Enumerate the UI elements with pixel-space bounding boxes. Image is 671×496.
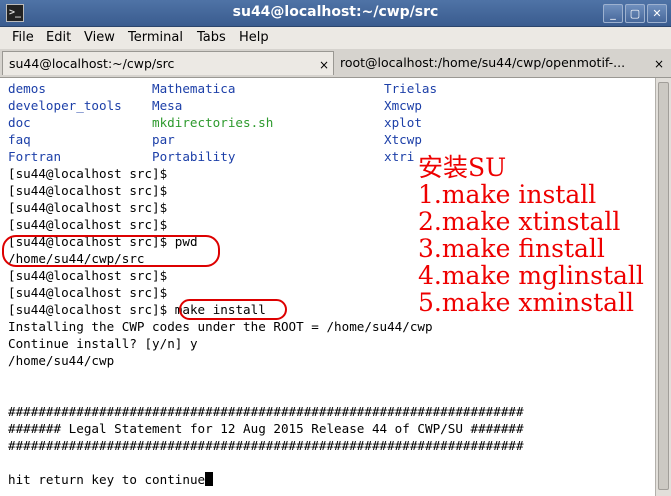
prompt-line: [su44@localhost src]$ bbox=[8, 200, 168, 215]
annotation-step-3: 3.make finstall bbox=[418, 234, 605, 263]
annotation-step-5: 5.make xminstall bbox=[418, 288, 635, 317]
menu-tabs[interactable]: Tabs bbox=[197, 30, 226, 45]
minimize-icon[interactable]: _ bbox=[603, 4, 623, 23]
tab-bar: su44@localhost:~/cwp/src × root@localhos… bbox=[0, 49, 671, 78]
menu-edit[interactable]: Edit bbox=[46, 30, 71, 45]
list-item: mkdirectories.sh bbox=[152, 115, 274, 130]
annotation-step-1: 1.make install bbox=[418, 180, 597, 209]
vertical-scrollbar[interactable] bbox=[655, 78, 671, 496]
menu-file[interactable]: File bbox=[12, 30, 34, 45]
list-item: Mesa bbox=[152, 98, 183, 113]
menubar: File Edit View Terminal Tabs Help bbox=[0, 27, 671, 49]
annotation-step-4: 4.make mglinstall bbox=[418, 261, 644, 290]
hash-line: ########################################… bbox=[8, 404, 524, 419]
output-line: /home/su44/cwp bbox=[8, 353, 115, 368]
close-icon[interactable]: × bbox=[654, 52, 664, 75]
list-item: demos bbox=[8, 81, 46, 96]
text-cursor bbox=[205, 472, 214, 486]
window-title: su44@localhost:~/cwp/src bbox=[232, 4, 439, 20]
list-item: doc bbox=[8, 115, 31, 130]
pwd-highlight-oval bbox=[2, 235, 220, 267]
list-item: Xtcwp bbox=[384, 132, 422, 147]
list-item: Portability bbox=[152, 149, 236, 164]
list-item: Xmcwp bbox=[384, 98, 422, 113]
list-item: faq bbox=[8, 132, 31, 147]
list-item: developer_tools bbox=[8, 98, 122, 113]
maximize-icon[interactable]: ▢ bbox=[625, 4, 645, 23]
terminal-output[interactable]: demos Mathematica Trielas developer_tool… bbox=[0, 78, 655, 496]
tab-label: root@localhost:/home/su44/cwp/openmotif-… bbox=[340, 55, 626, 70]
make-install-highlight-oval bbox=[179, 299, 287, 320]
list-item: Mathematica bbox=[152, 81, 236, 96]
tab-su44[interactable]: su44@localhost:~/cwp/src × bbox=[2, 51, 334, 75]
output-line: Installing the CWP codes under the ROOT … bbox=[8, 319, 433, 334]
prompt-line: [su44@localhost src]$ bbox=[8, 217, 168, 232]
menu-help[interactable]: Help bbox=[239, 30, 269, 45]
list-item: Trielas bbox=[384, 81, 438, 96]
prompt-line: [su44@localhost src]$ bbox=[8, 268, 168, 283]
close-icon[interactable]: × bbox=[319, 53, 329, 75]
prompt-line: [su44@localhost src]$ bbox=[8, 183, 168, 198]
prompt-line: [su44@localhost src]$ bbox=[8, 166, 168, 181]
output-line: Continue install? [y/n] y bbox=[8, 336, 198, 351]
continue-prompt-line: hit return key to continue bbox=[8, 471, 214, 488]
annotation-heading: 安装SU bbox=[418, 153, 507, 182]
prompt-line: [su44@localhost src]$ bbox=[8, 285, 168, 300]
annotation-step-2: 2.make xtinstall bbox=[418, 207, 621, 236]
close-icon[interactable]: ✕ bbox=[647, 4, 667, 23]
tab-label: su44@localhost:~/cwp/src bbox=[9, 56, 175, 71]
menu-terminal[interactable]: Terminal bbox=[128, 30, 183, 45]
list-item: xtri bbox=[384, 149, 415, 164]
legal-statement-line: ####### Legal Statement for 12 Aug 2015 … bbox=[8, 421, 524, 436]
list-item: par bbox=[152, 132, 175, 147]
continue-prompt-text: hit return key to continue bbox=[8, 472, 206, 487]
list-item: xplot bbox=[384, 115, 422, 130]
menu-view[interactable]: View bbox=[84, 30, 115, 45]
tab-root[interactable]: root@localhost:/home/su44/cwp/openmotif-… bbox=[334, 51, 669, 75]
scrollbar-thumb[interactable] bbox=[658, 82, 669, 490]
hash-line: ########################################… bbox=[8, 438, 524, 453]
list-item: Fortran bbox=[8, 149, 62, 164]
window-titlebar[interactable]: >_ su44@localhost:~/cwp/src _ ▢ ✕ bbox=[0, 0, 671, 27]
